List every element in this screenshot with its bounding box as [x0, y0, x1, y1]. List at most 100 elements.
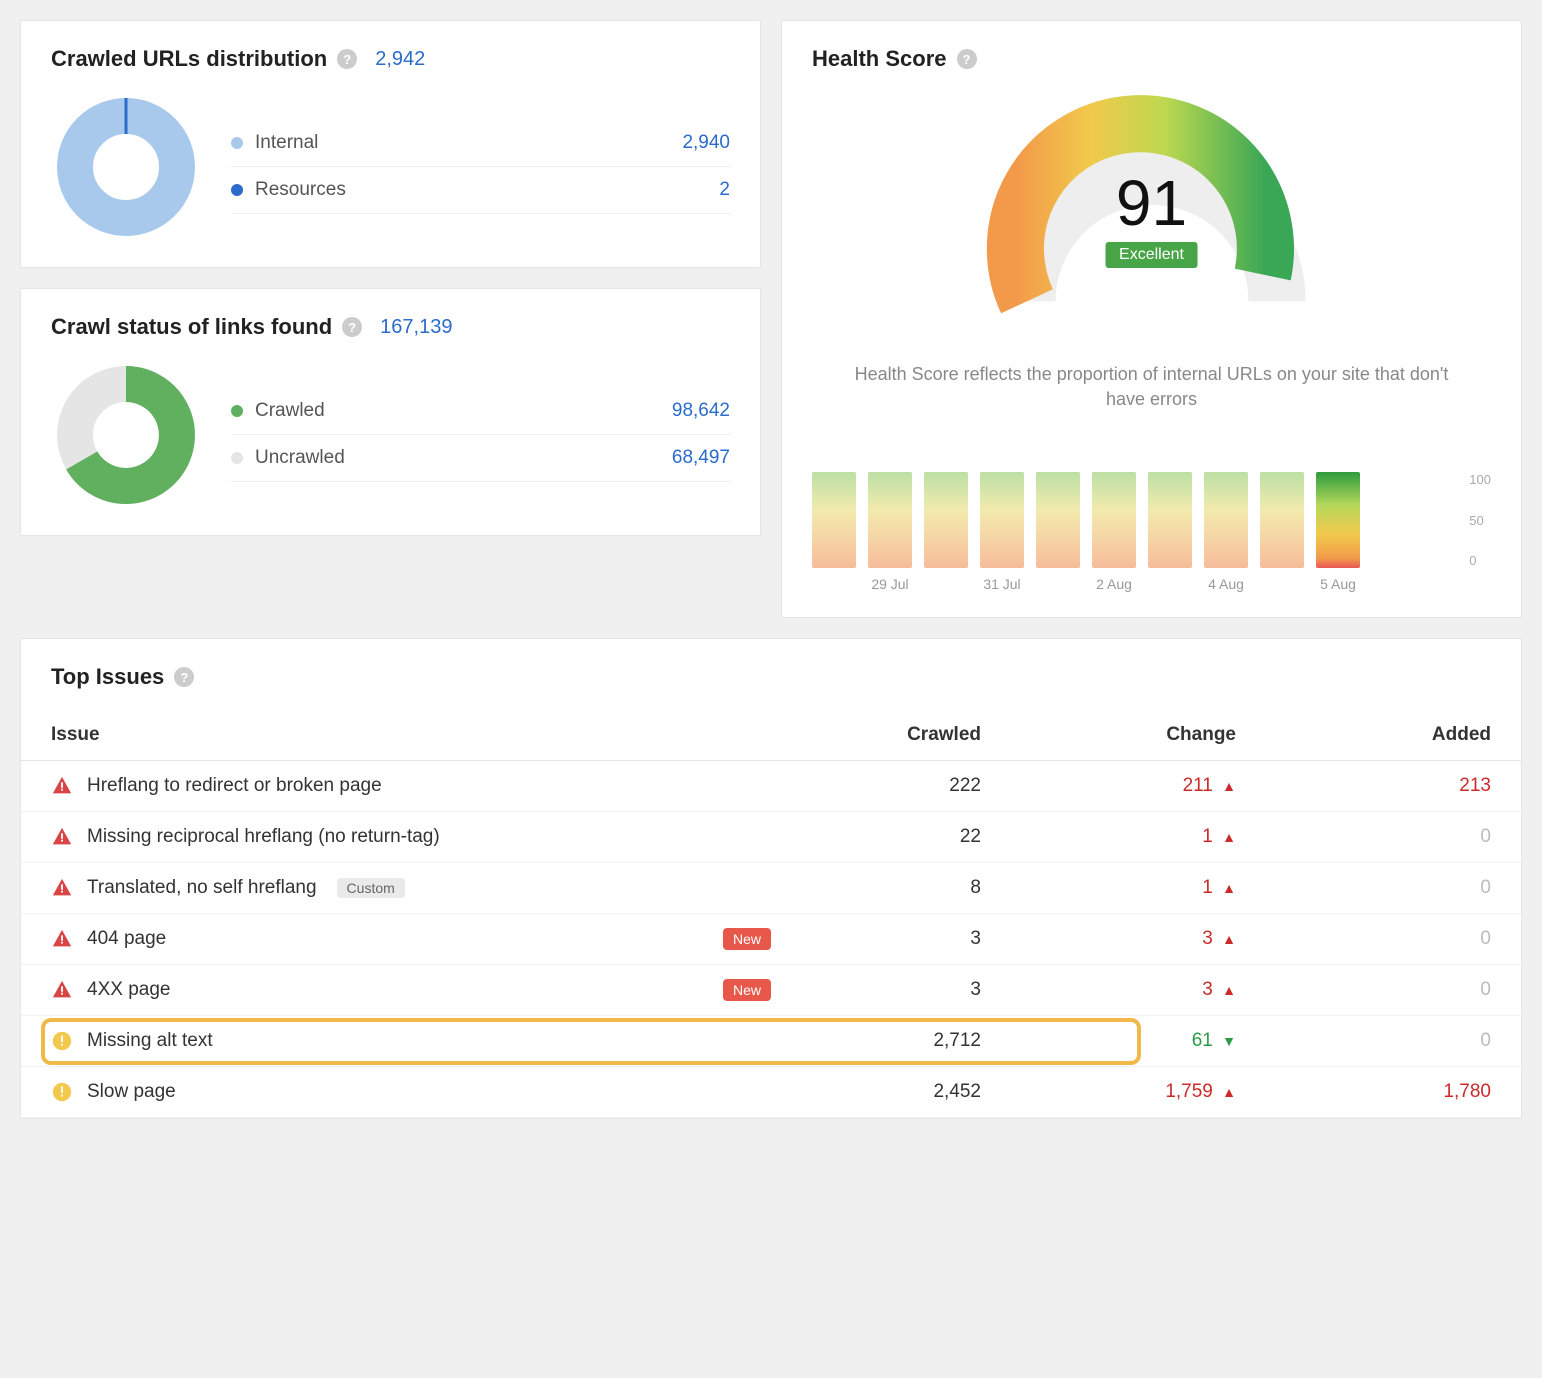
health-score-card: Health Score ?: [781, 20, 1522, 618]
legend-item-internal[interactable]: Internal 2,940: [231, 120, 730, 167]
legend-value: 2: [719, 179, 730, 201]
health-history-bars: 100 50 0: [812, 472, 1491, 568]
trend-down-icon: ▼: [1222, 1033, 1236, 1049]
added-value: 0: [1480, 979, 1491, 1000]
legend-item-uncrawled[interactable]: Uncrawled 68,497: [231, 435, 730, 482]
added-value: 213: [1459, 775, 1491, 796]
history-labels: 29 Jul 31 Jul 2 Aug 4 Aug 5 Aug: [812, 576, 1491, 592]
added-value: 0: [1480, 826, 1491, 847]
health-score-badge: Excellent: [1105, 242, 1198, 268]
added-value: 1,780: [1443, 1081, 1491, 1102]
legend-label: Crawled: [255, 400, 325, 422]
history-label: 5 Aug: [1316, 576, 1360, 592]
history-label: 31 Jul: [980, 576, 1024, 592]
trend-up-icon: ▲: [1222, 829, 1236, 845]
help-icon[interactable]: ?: [342, 317, 362, 337]
help-icon[interactable]: ?: [957, 49, 977, 69]
change-value: 61 ▼: [1192, 1030, 1236, 1051]
crawl-status-card: Crawl status of links found ? 167,139: [20, 288, 761, 536]
legend-item-crawled[interactable]: Crawled 98,642: [231, 388, 730, 435]
warning-icon: [51, 1030, 73, 1052]
history-label: [924, 576, 968, 592]
legend-dot-icon: [231, 452, 243, 464]
crawled-value: 2,712: [933, 1030, 981, 1051]
top-issues-card: Top Issues ? Issue Crawled Change Added …: [20, 638, 1522, 1119]
change-value: 211 ▲: [1183, 775, 1236, 796]
change-value: 1 ▲: [1202, 877, 1236, 898]
health-gauge[interactable]: 91 Excellent: [962, 87, 1342, 337]
axis-tick: 0: [1469, 553, 1491, 568]
top-issues-table: Issue Crawled Change Added Hreflang to r…: [21, 710, 1521, 1118]
legend-dot-icon: [231, 137, 243, 149]
error-icon: [51, 877, 73, 899]
history-label: 4 Aug: [1204, 576, 1248, 592]
error-icon: [51, 826, 73, 848]
issue-name[interactable]: 4XX page: [87, 979, 170, 1001]
history-bar[interactable]: [812, 472, 856, 568]
legend-label: Internal: [255, 132, 318, 154]
issue-name[interactable]: Slow page: [87, 1081, 176, 1103]
history-bar[interactable]: [1260, 472, 1304, 568]
issue-name[interactable]: 404 page: [87, 928, 166, 950]
history-label: [1148, 576, 1192, 592]
trend-up-icon: ▲: [1222, 982, 1236, 998]
donut-chart-crawl-status[interactable]: [51, 360, 201, 510]
crawl-status-total[interactable]: 167,139: [380, 316, 452, 339]
history-bar[interactable]: [1148, 472, 1192, 568]
help-icon[interactable]: ?: [337, 49, 357, 69]
issue-name[interactable]: Missing reciprocal hreflang (no return-t…: [87, 826, 440, 848]
legend-dot-icon: [231, 184, 243, 196]
crawled-urls-total[interactable]: 2,942: [375, 48, 425, 71]
history-bar[interactable]: [924, 472, 968, 568]
legend-item-resources[interactable]: Resources 2: [231, 167, 730, 214]
table-row[interactable]: Slow page2,4521,759 ▲1,780: [21, 1067, 1521, 1118]
axis-tick: 50: [1469, 513, 1491, 528]
col-header-added[interactable]: Added: [1266, 710, 1521, 761]
issue-name[interactable]: Translated, no self hreflang: [87, 877, 317, 899]
legend-value: 2,940: [682, 132, 730, 154]
history-bar-active[interactable]: [1316, 472, 1360, 568]
history-bar[interactable]: [1204, 472, 1248, 568]
table-row[interactable]: 4XX pageNew33 ▲0: [21, 965, 1521, 1016]
col-header-crawled[interactable]: Crawled: [801, 710, 1011, 761]
table-row[interactable]: Hreflang to redirect or broken page 222 21…: [21, 761, 1521, 812]
error-icon: [51, 979, 73, 1001]
help-icon[interactable]: ?: [174, 667, 194, 687]
top-issues-title: Top Issues ?: [21, 664, 224, 690]
donut-chart-crawled-urls[interactable]: [51, 92, 201, 242]
legend-crawled-urls: Internal 2,940 Resources 2: [231, 120, 730, 214]
table-row[interactable]: 404 pageNew33 ▲0: [21, 914, 1521, 965]
added-value: 0: [1480, 877, 1491, 898]
legend-value: 68,497: [672, 447, 730, 469]
issue-name[interactable]: Hreflang to redirect or broken page: [87, 775, 382, 797]
legend-label: Resources: [255, 179, 346, 201]
table-row[interactable]: Missing alt text2,71261 ▼0: [21, 1016, 1521, 1067]
error-icon: [51, 928, 73, 950]
history-label: 2 Aug: [1092, 576, 1136, 592]
crawled-value: 22: [960, 826, 981, 847]
change-value: 3 ▲: [1202, 928, 1236, 949]
history-bar[interactable]: [980, 472, 1024, 568]
added-value: 0: [1480, 928, 1491, 949]
axis-tick: 100: [1469, 472, 1491, 487]
history-bar[interactable]: [1036, 472, 1080, 568]
crawled-value: 3: [970, 979, 981, 1000]
table-row[interactable]: Translated, no self hreflangCustom81 ▲0: [21, 863, 1521, 914]
change-value: 1,759 ▲: [1165, 1081, 1236, 1102]
history-bar[interactable]: [868, 472, 912, 568]
crawled-value: 222: [949, 775, 981, 796]
table-row[interactable]: Missing reciprocal hreflang (no return-t…: [21, 812, 1521, 863]
legend-dot-icon: [231, 405, 243, 417]
history-axis: 100 50 0: [1469, 472, 1491, 568]
col-header-issue[interactable]: Issue: [21, 710, 801, 761]
trend-up-icon: ▲: [1222, 931, 1236, 947]
health-score-title: Health Score ?: [812, 46, 1491, 72]
history-label: [1260, 576, 1304, 592]
health-score-value: 91: [1105, 166, 1198, 240]
title-text: Crawl status of links found: [51, 314, 332, 340]
history-label: [1036, 576, 1080, 592]
col-header-change[interactable]: Change: [1011, 710, 1266, 761]
crawl-status-title: Crawl status of links found ? 167,139: [51, 314, 452, 340]
history-bar[interactable]: [1092, 472, 1136, 568]
issue-name[interactable]: Missing alt text: [87, 1030, 213, 1052]
